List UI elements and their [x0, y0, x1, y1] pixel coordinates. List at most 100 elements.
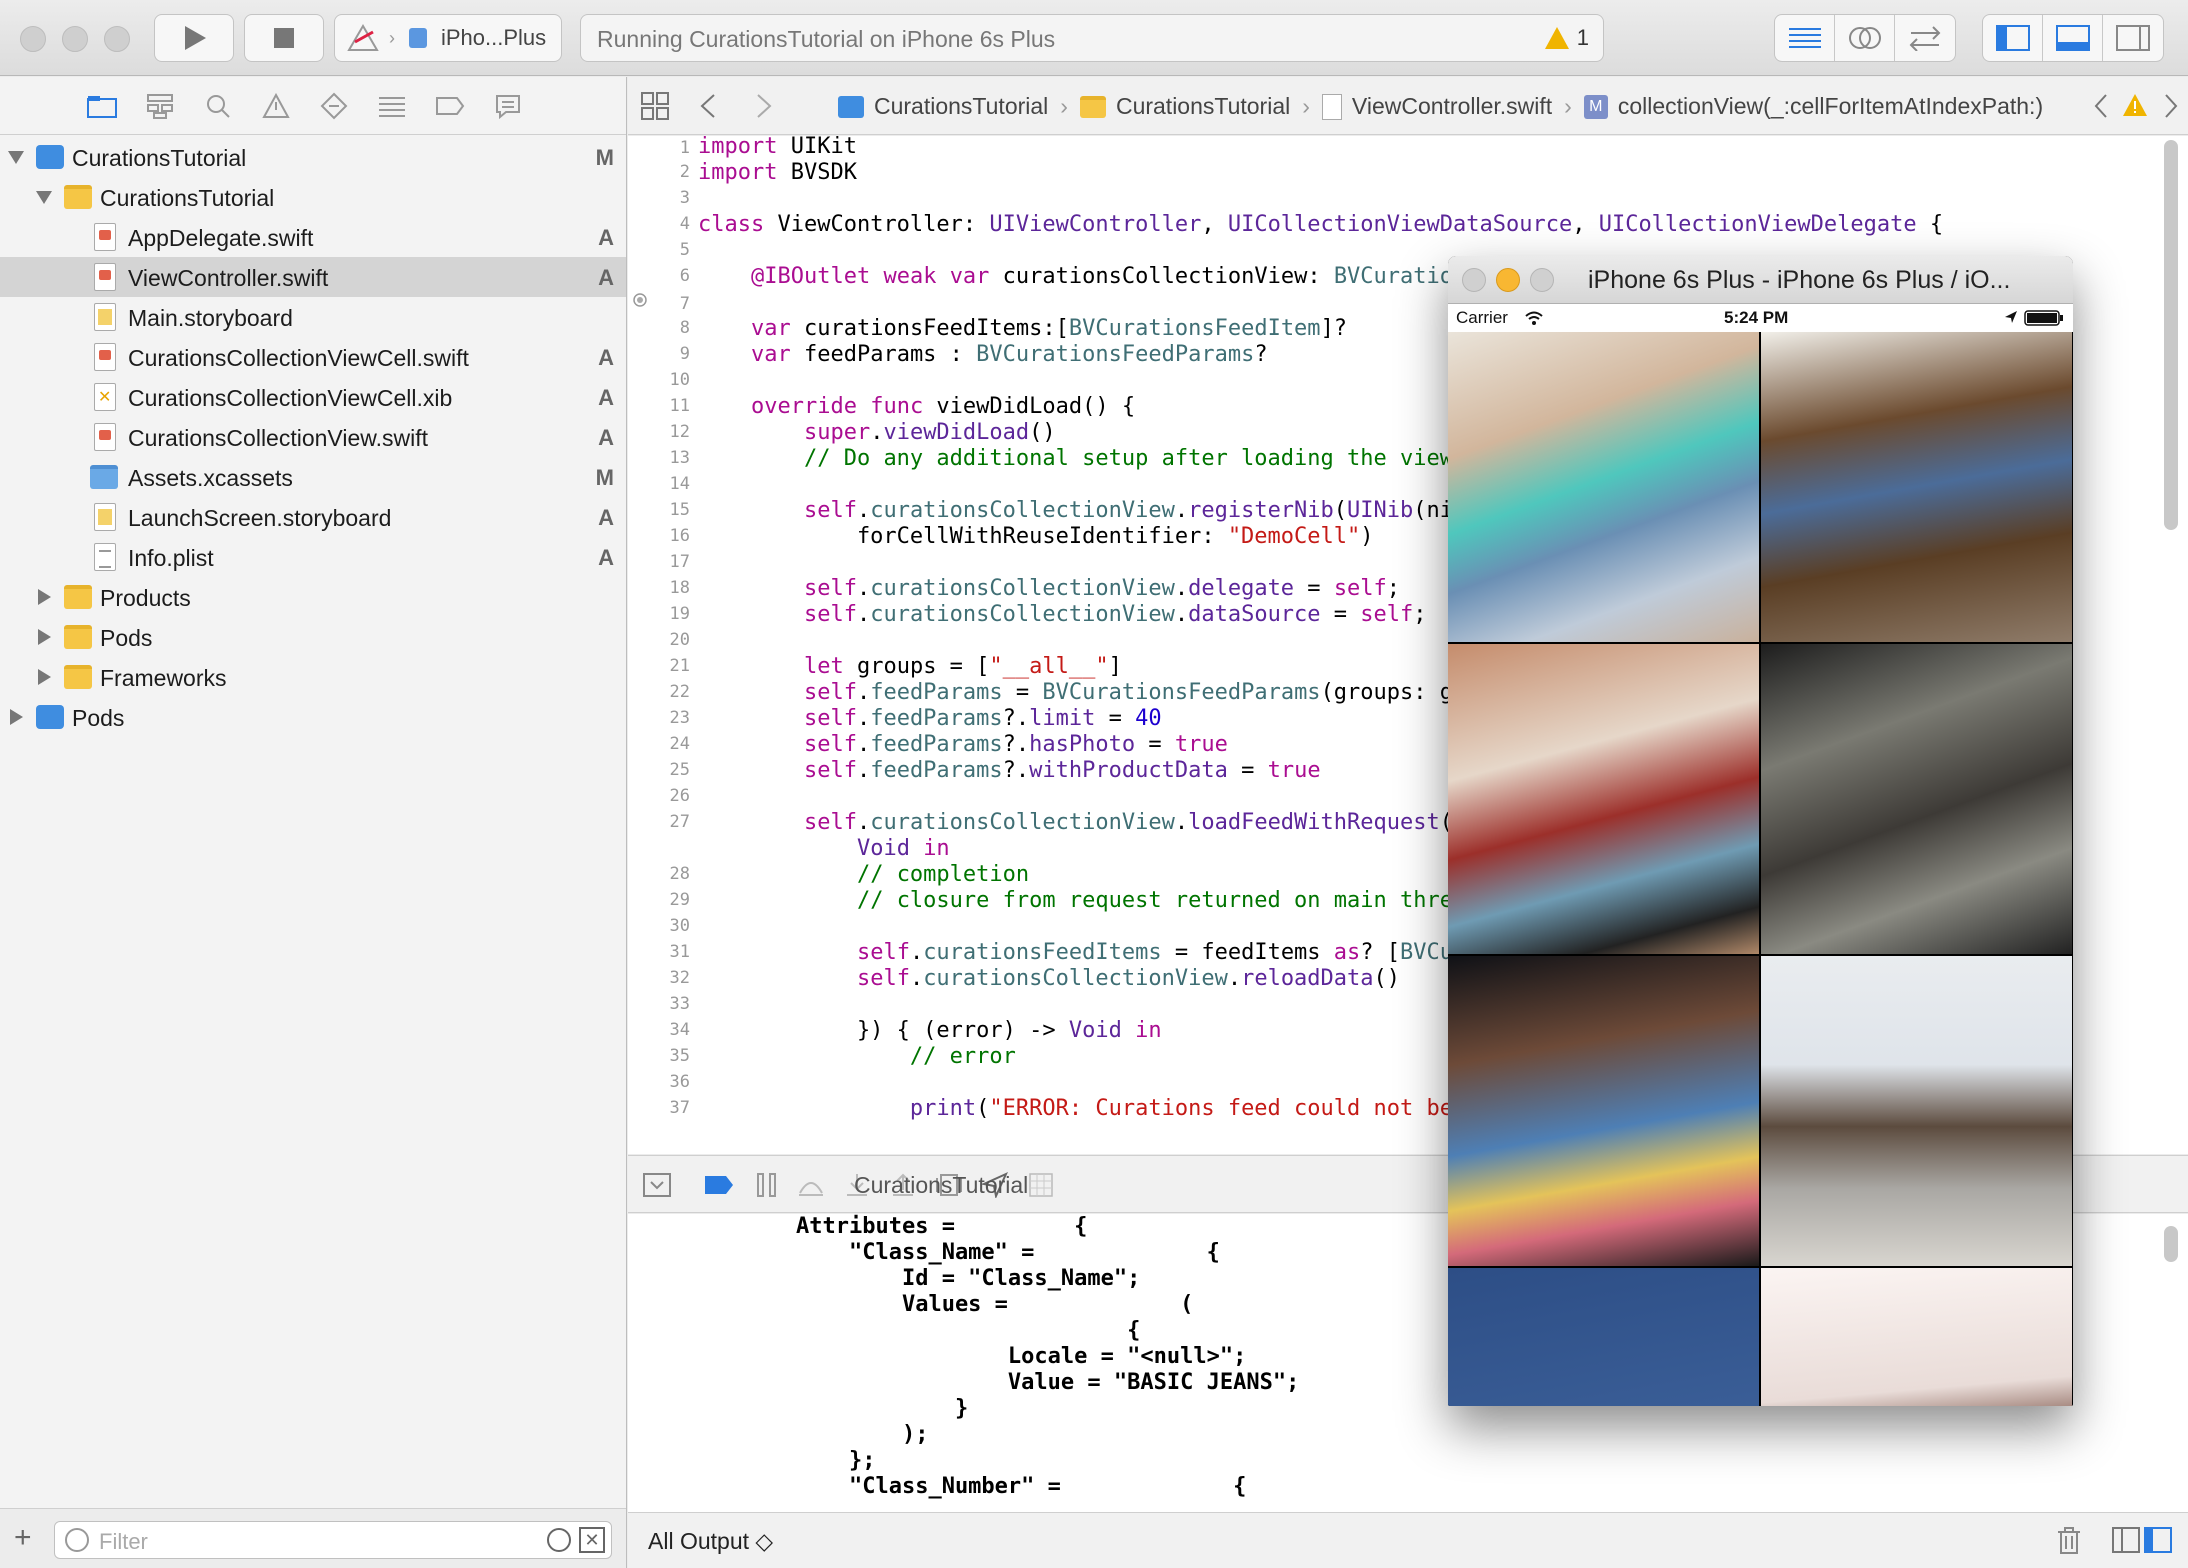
activity-viewer: Running CurationsTutorial on iPhone 6s P…	[580, 14, 1604, 62]
disclosure-closed-icon[interactable]	[38, 629, 51, 645]
zoom-window-button[interactable]	[104, 26, 130, 52]
breadcrumb-project[interactable]: CurationsTutorial	[874, 93, 1048, 120]
tree-item-file[interactable]: CurationsCollectionView.swift A	[0, 417, 626, 457]
debug-tab-icon[interactable]	[372, 86, 412, 126]
next-issue-icon[interactable]	[2162, 93, 2180, 119]
tree-item-file[interactable]: CurationsCollectionViewCell.swift A	[0, 337, 626, 377]
line-number-gutter[interactable]: 1 2 3 4 5 6 7 8 9 10 11 12 13 14 15 16 17 18 19 20 21 22 23 24 2…	[628, 136, 690, 1154]
breakpoint-tab-icon[interactable]	[430, 86, 470, 126]
stop-button[interactable]	[244, 14, 324, 62]
tree-item-group[interactable]: Products	[0, 577, 626, 617]
disclosure-open-icon[interactable]	[36, 191, 52, 204]
breadcrumb-group[interactable]: CurationsTutorial	[1116, 93, 1290, 120]
output-filter-select[interactable]: All Output ◇	[648, 1528, 773, 1555]
add-file-icon[interactable]: +	[14, 1521, 32, 1555]
back-arrow-icon[interactable]	[698, 93, 718, 119]
outlet-connection-icon[interactable]	[632, 292, 648, 308]
close-window-button[interactable]	[20, 26, 46, 52]
tree-item-file[interactable]: Assets.xcassets M	[0, 457, 626, 497]
tree-item-group[interactable]: CurationsTutorial	[0, 177, 626, 217]
collection-cell-photo[interactable]	[1448, 1268, 1759, 1406]
standard-editor-button[interactable]	[1775, 15, 1835, 61]
recent-files-icon[interactable]	[547, 1528, 571, 1552]
sim-close-button[interactable]	[1462, 268, 1486, 292]
warning-indicator[interactable]: 1	[1544, 25, 1589, 51]
project-icon	[838, 95, 864, 118]
plist-file-icon	[94, 543, 116, 571]
editor-scrollbar[interactable]	[2164, 140, 2178, 530]
issues-tab-icon[interactable]	[256, 86, 296, 126]
code-line: super.viewDidLoad()	[803, 420, 1056, 445]
step-over-icon[interactable]	[796, 1170, 826, 1200]
collection-cell-photo[interactable]	[1761, 332, 2072, 642]
disclosure-closed-icon[interactable]	[38, 669, 51, 685]
console-line: Attributes = {	[796, 1214, 1088, 1239]
breadcrumb-file[interactable]: ViewController.swift	[1352, 93, 1552, 120]
console-line: Id = "Class_Name";	[796, 1266, 1141, 1291]
breadcrumb-method[interactable]: collectionView(_:cellForItemAtIndexPath:…	[1618, 93, 2043, 120]
search-tab-icon[interactable]	[198, 86, 238, 126]
variables-view-toggle-icon[interactable]	[2112, 1527, 2140, 1553]
tree-item-file-selected[interactable]: ViewController.swift A	[0, 257, 626, 297]
tree-item-file[interactable]: Main.storyboard	[0, 297, 626, 337]
previous-issue-icon[interactable]	[2092, 93, 2110, 119]
collection-cell-photo[interactable]	[1448, 956, 1759, 1266]
toggle-utilities-button[interactable]	[2103, 15, 2163, 61]
debug-target-label[interactable]: CurationsTutorial	[854, 1172, 1028, 1199]
collection-cell-photo[interactable]	[1448, 332, 1759, 642]
line-number: 18	[669, 578, 690, 598]
disclosure-open-icon[interactable]	[8, 151, 24, 164]
toggle-debug-area-button[interactable]	[2043, 15, 2103, 61]
test-tab-icon[interactable]	[314, 86, 354, 126]
version-editor-button[interactable]	[1895, 15, 1955, 61]
minimize-window-button[interactable]	[62, 26, 88, 52]
scheme-selector[interactable]: › iPho...Plus	[334, 14, 562, 62]
tree-item-group[interactable]: Frameworks	[0, 657, 626, 697]
folder-tab-icon[interactable]	[82, 86, 122, 126]
tree-item-file[interactable]: Info.plist A	[0, 537, 626, 577]
tree-item-label: Products	[100, 585, 191, 611]
project-icon	[36, 705, 64, 729]
tree-item-file[interactable]: LaunchScreen.storyboard A	[0, 497, 626, 537]
disclosure-closed-icon[interactable]	[38, 589, 51, 605]
filter-input[interactable]: Filter ✕	[54, 1521, 612, 1559]
report-tab-icon[interactable]	[488, 86, 528, 126]
swift-file-icon	[94, 263, 116, 291]
collection-cell-photo[interactable]	[1761, 644, 2072, 954]
forward-arrow-icon[interactable]	[754, 93, 774, 119]
line-number: 27	[669, 812, 690, 832]
hierarchy-tab-icon[interactable]	[140, 86, 180, 126]
related-items-icon[interactable]	[640, 91, 670, 121]
tree-item-group[interactable]: Pods	[0, 617, 626, 657]
console-line: Value = "BASIC JEANS";	[796, 1370, 1300, 1395]
breakpoints-toggle-icon[interactable]	[704, 1170, 734, 1200]
line-number: 19	[669, 604, 690, 624]
console-view-toggle-icon[interactable]	[2144, 1527, 2172, 1553]
tree-item-file[interactable]: AppDelegate.swift A	[0, 217, 626, 257]
simulator-window[interactable]: iPhone 6s Plus - iPhone 6s Plus / iO... …	[1448, 256, 2073, 1406]
toggle-navigator-button[interactable]	[1983, 15, 2043, 61]
line-number: 8	[679, 318, 690, 338]
hide-debug-area-icon[interactable]	[642, 1170, 672, 1200]
collection-cell-photo[interactable]	[1761, 956, 2072, 1266]
project-navigator: CurationsTutorial M CurationsTutorial Ap…	[0, 77, 627, 1568]
sim-minimize-button[interactable]	[1496, 268, 1520, 292]
warning-icon[interactable]	[2122, 93, 2148, 117]
pause-icon[interactable]	[752, 1170, 782, 1200]
scm-filter-icon[interactable]: ✕	[579, 1527, 605, 1553]
chevron-right-icon: ›	[1060, 93, 1068, 119]
line-number: 31	[669, 942, 690, 962]
line-number: 30	[669, 916, 690, 936]
collection-cell-photo[interactable]	[1448, 644, 1759, 954]
tree-item-file[interactable]: CurationsCollectionViewCell.xib A	[0, 377, 626, 417]
simulator-titlebar[interactable]: iPhone 6s Plus - iPhone 6s Plus / iO...	[1448, 256, 2073, 304]
assistant-editor-button[interactable]	[1835, 15, 1895, 61]
disclosure-closed-icon[interactable]	[10, 709, 23, 725]
run-button[interactable]	[154, 14, 234, 62]
tree-item-project[interactable]: Pods	[0, 697, 626, 737]
tree-item-project[interactable]: CurationsTutorial M	[0, 137, 626, 177]
trash-icon[interactable]	[2056, 1527, 2082, 1555]
collection-cell-photo[interactable]	[1761, 1268, 2072, 1406]
sim-zoom-button[interactable]	[1530, 268, 1554, 292]
console-scrollbar[interactable]	[2164, 1226, 2178, 1262]
